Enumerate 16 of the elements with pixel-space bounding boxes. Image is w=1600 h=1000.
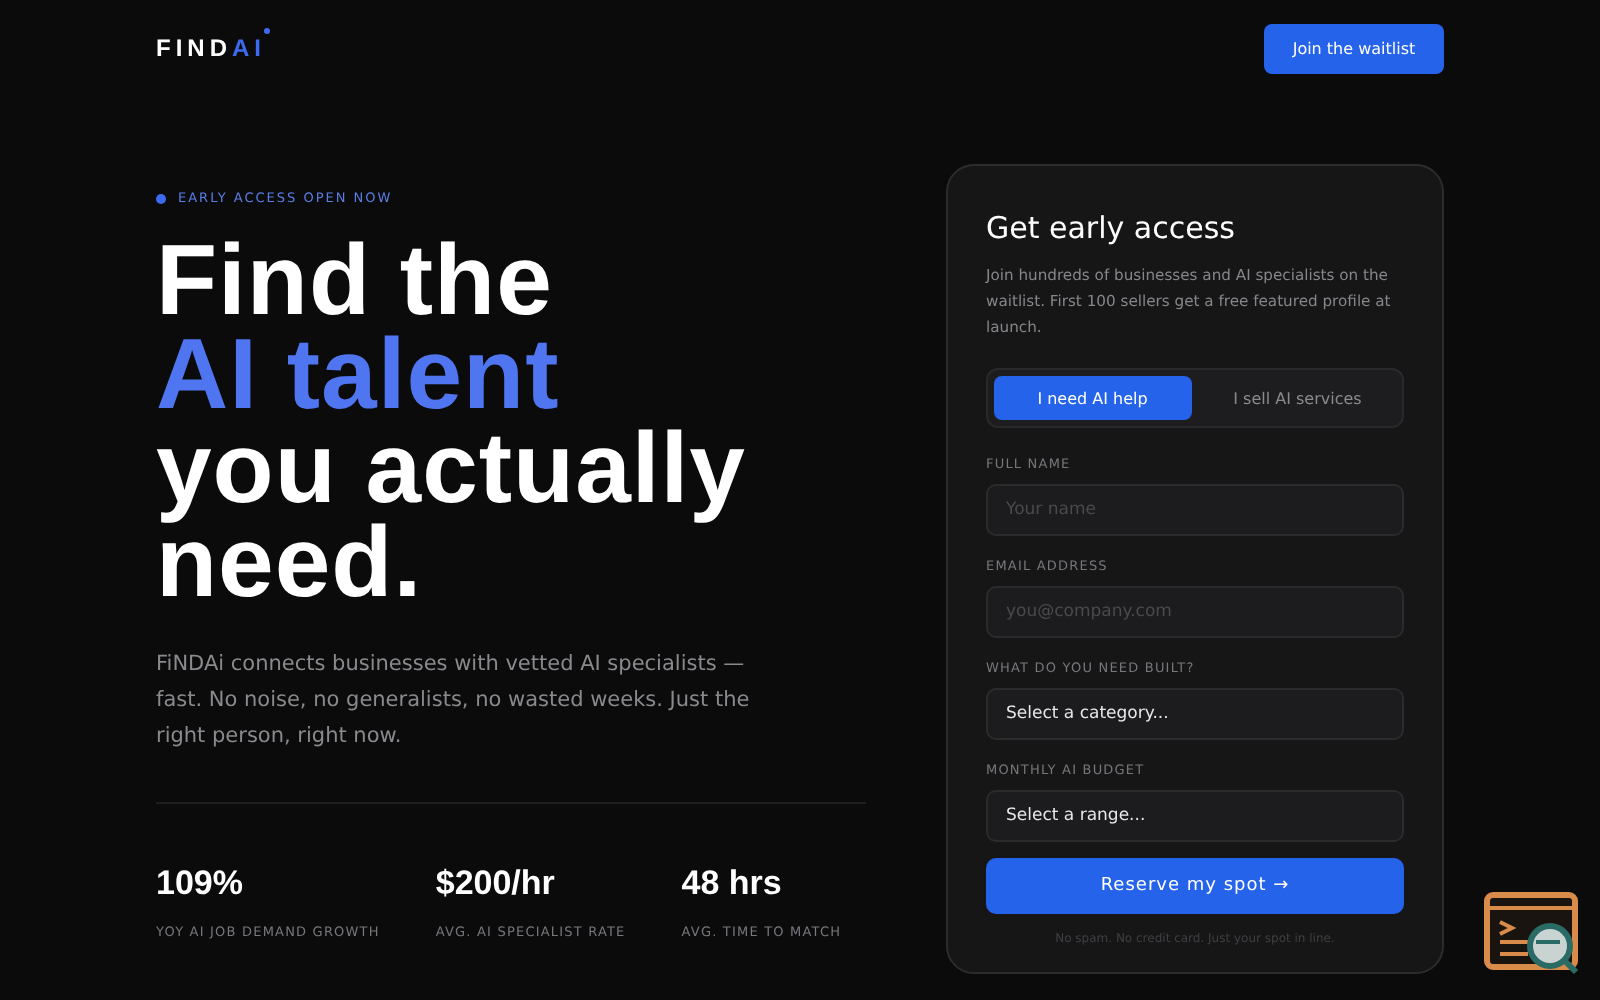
card-title: Get early access — [986, 210, 1237, 246]
logo[interactable]: FIND AI — [156, 34, 266, 62]
browser-search-icon[interactable] — [1484, 892, 1580, 976]
role-tab[interactable]: I sell AI services — [1199, 376, 1396, 420]
headline-line: AI talent — [156, 328, 560, 422]
stat-value: $200/hr — [435, 864, 557, 904]
select-field[interactable]: Select a range... — [986, 790, 1404, 842]
join-waitlist-button[interactable]: Join the waitlist — [1264, 23, 1444, 73]
role-tab[interactable]: I need AI help — [994, 376, 1191, 420]
status-dot-icon — [156, 193, 166, 203]
stat-value: 109% — [156, 864, 245, 904]
stat-value: 48 hrs — [681, 864, 784, 904]
reserve-button[interactable]: Reserve my spot → — [986, 858, 1404, 914]
headline-line: Find the — [156, 234, 553, 328]
hero-description: FiNDAi connects businesses with vetted AI specialists — fast. No noise, no generalists, no wasted weeks. Just the right person, right now. — [156, 650, 752, 752]
select-field[interactable]: Select a category... — [986, 688, 1404, 740]
